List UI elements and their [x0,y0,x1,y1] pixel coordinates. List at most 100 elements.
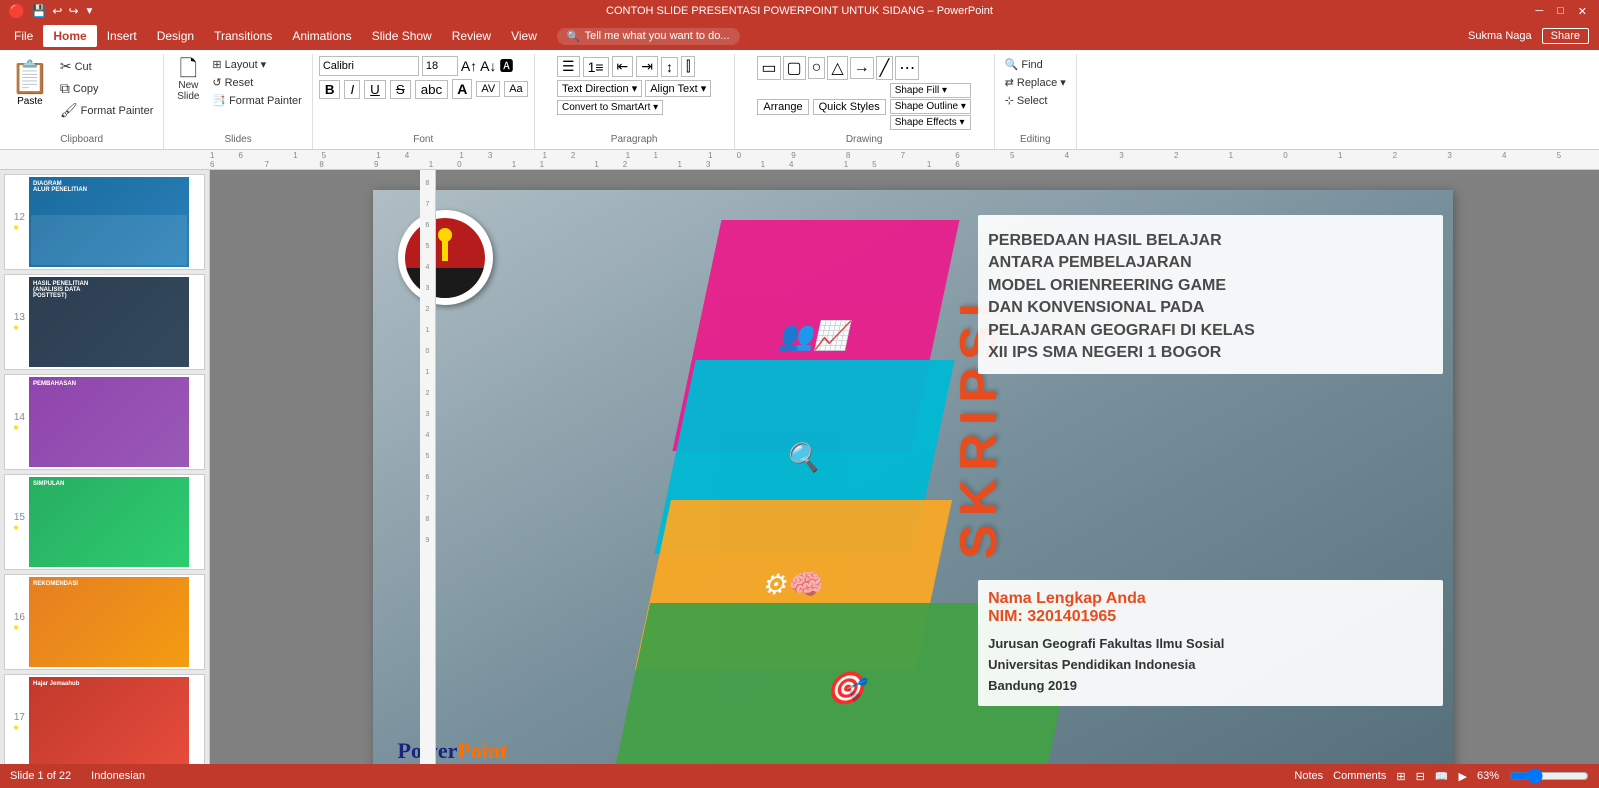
presentation-btn[interactable]: ▶ [1459,770,1467,783]
app-icon: 🔴 [8,3,25,20]
slide-star-15: ★ [12,523,19,532]
bullets-btn[interactable]: ☰ [557,56,580,77]
minimize-btn[interactable]: ─ [1531,5,1547,17]
arrange-btn[interactable]: Arrange [757,99,808,115]
shape-effects-btn[interactable]: Shape Effects ▾ [890,115,971,130]
shape-line-icon[interactable]: ╱ [876,56,894,80]
slide-thumb-img-13: HASIL PENELITIAN(ANALISIS DATAPOSTTEST) [29,277,189,367]
slide-thumb-img-14: PEMBAHASAN [29,377,189,467]
slide-thumb-15[interactable]: 15 ★ SIMPULAN [4,474,205,570]
numbering-btn[interactable]: 1≡ [583,57,609,77]
slide-num-17: 17 [7,712,25,723]
slide-canvas[interactable]: 👥📈 🔍 ⚙🧠 🎯 [373,190,1453,764]
text-size-btn[interactable]: Aa [504,81,527,97]
shape-outline-btn[interactable]: Shape Outline ▾ [890,99,971,114]
comments-btn[interactable]: Comments [1333,770,1386,782]
shape-arrow-icon[interactable]: → [850,57,874,79]
copy-button[interactable]: ⧉ Copy [56,78,158,99]
underline-button[interactable]: U [364,80,386,99]
line-spacing-btn[interactable]: ↕ [661,57,678,77]
select-button[interactable]: ⊹ Select [1001,92,1070,109]
maximize-btn[interactable]: □ [1553,5,1568,17]
menu-insert[interactable]: Insert [97,25,147,47]
shape-more-icon[interactable]: ⋯ [895,56,919,80]
search-placeholder: Tell me what you want to do... [585,30,730,42]
font-name-input[interactable] [319,56,419,76]
increase-indent-btn[interactable]: ⇥ [636,56,658,77]
reading-view-btn[interactable]: 📖 [1435,770,1449,783]
slide-thumb-14[interactable]: 14 ★ PEMBAHASAN [4,374,205,470]
section-button[interactable]: 📑 Format Painter [208,92,305,109]
save-icon[interactable]: 💾 [31,4,46,18]
drawing-label: Drawing [846,134,883,147]
shape-triangle-icon[interactable]: △ [827,56,847,80]
shape-round-rect-icon[interactable]: ▢ [783,56,806,80]
menu-view[interactable]: View [501,25,547,47]
close-btn[interactable]: ✕ [1574,5,1591,18]
convert-smartart-btn[interactable]: Convert to SmartArt ▾ [557,100,663,115]
new-slide-button[interactable]: 🗋 NewSlide [170,56,206,104]
slide-sorter-btn[interactable]: ⊟ [1416,770,1425,783]
clear-format-icon[interactable]: 🅰 [500,56,514,76]
slide-thumb-img-17: Hajar Jemaahub [29,677,189,764]
new-slide-label: NewSlide [177,80,199,102]
slide-thumb-17[interactable]: 17 ★ Hajar Jemaahub [4,674,205,764]
quick-styles-btn[interactable]: Quick Styles [813,99,886,115]
customize-icon[interactable]: ▼ [85,6,95,17]
canvas-area: 876543210123456789 👥📈 🔍 ⚙🧠 🎯 [210,170,1599,764]
menu-file[interactable]: File [4,25,43,47]
shape-oval-icon[interactable]: ○ [808,57,826,79]
italic-button[interactable]: I [344,80,360,99]
redo-icon[interactable]: ↪ [68,4,78,18]
slide-thumb-12[interactable]: 12 ★ DIAGRAMALUR PENELITIAN [4,174,205,270]
institution-info: Jurusan Geografi Fakultas Ilmu Sosial Un… [988,634,1427,696]
copy-label: Copy [73,83,99,95]
normal-view-btn[interactable]: ⊞ [1396,770,1405,783]
slide-thumb-13[interactable]: 13 ★ HASIL PENELITIAN(ANALISIS DATAPOSTT… [4,274,205,370]
increase-font-icon[interactable]: A↑ [461,58,477,74]
decrease-font-icon[interactable]: A↓ [480,58,496,74]
search-bar[interactable]: 🔍 Tell me what you want to do... [557,28,740,45]
decrease-indent-btn[interactable]: ⇤ [612,56,634,77]
paste-button[interactable]: 📋 Paste [6,56,54,121]
align-text-btn[interactable]: Align Text ▾ [645,80,711,97]
char-spacing-btn[interactable]: AV [476,81,500,97]
format-painter-button[interactable]: 🖌 Format Painter [56,100,158,121]
find-button[interactable]: 🔍 Find [1001,56,1070,73]
strikethrough-button[interactable]: S [390,80,411,99]
shape-fill-btn[interactable]: Shape Fill ▾ [890,83,971,98]
ribbon-group-drawing: ▭ ▢ ○ △ → ╱ ⋯ Arrange Quick Styles Shape… [735,54,995,149]
shape-rect-icon[interactable]: ▭ [757,56,780,80]
menu-animations[interactable]: Animations [282,25,361,47]
slide-num-12: 12 [7,212,25,223]
author-info: Nama Lengkap Anda NIM: 3201401965 Jurusa… [978,580,1442,706]
undo-icon[interactable]: ↩ [52,4,62,18]
bold-button[interactable]: B [319,80,341,99]
menu-design[interactable]: Design [147,25,204,47]
zoom-slider[interactable] [1509,769,1589,783]
slide-thumb-16[interactable]: 16 ★ REKOMENDASI [4,574,205,670]
share-btn[interactable]: Share [1542,28,1589,44]
notes-btn[interactable]: Notes [1294,770,1323,782]
font-color-btn[interactable]: A [452,79,472,99]
menu-slideshow[interactable]: Slide Show [362,25,442,47]
university-logo [398,210,493,305]
slide-num-14: 14 [7,412,25,423]
text-direction-btn[interactable]: Text Direction ▾ [557,80,642,97]
menu-transitions[interactable]: Transitions [204,25,282,47]
menu-review[interactable]: Review [442,25,501,47]
slides-label: Slides [224,134,251,147]
shadow-button[interactable]: abc [415,80,449,99]
font-size-input[interactable] [422,56,458,76]
cut-button[interactable]: ✂ Cut [56,56,158,77]
slide-num-16: 16 [7,612,25,623]
copy-icon: ⧉ [60,80,70,97]
layout-button[interactable]: ⊞ Layout ▾ [208,56,305,73]
slide-count: Slide 1 of 22 [10,770,71,782]
columns-btn[interactable]: ⫿ [681,56,695,77]
replace-button[interactable]: ⇄ Replace ▾ [1001,74,1070,91]
ribbon-group-clipboard: 📋 Paste ✂ Cut ⧉ Copy 🖌 Format Painter [0,54,164,149]
menu-home[interactable]: Home [43,25,96,47]
reset-button[interactable]: ↺ Reset [208,74,305,91]
slide-star-17: ★ [12,723,19,732]
